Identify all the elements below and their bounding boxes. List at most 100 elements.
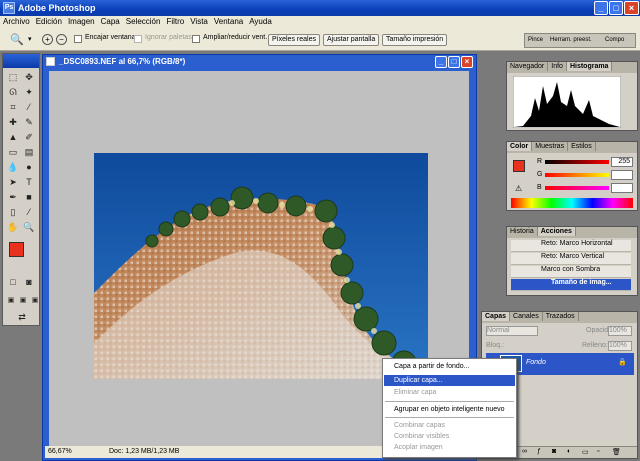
new-group-icon[interactable]: ▭ bbox=[582, 448, 589, 456]
menu-edicion[interactable]: Edición bbox=[33, 16, 65, 27]
crop-tool-icon[interactable]: ⌗ bbox=[6, 101, 20, 114]
gradient-tool-icon[interactable]: ▤ bbox=[22, 146, 36, 159]
menu-item-flatten-image[interactable]: Acoplar imagen bbox=[384, 442, 515, 453]
r-value[interactable]: 255 bbox=[611, 157, 633, 167]
imageready-jump-icon[interactable]: ⇄ bbox=[15, 311, 29, 324]
gamut-warning-icon[interactable]: ⚠ bbox=[515, 184, 522, 193]
palette-well-tab-presets[interactable]: Herram. preest. bbox=[550, 37, 592, 43]
palette-well-tab-comps[interactable]: Compo bbox=[605, 37, 624, 43]
g-slider[interactable] bbox=[545, 173, 609, 177]
photo-canvas[interactable] bbox=[94, 153, 428, 379]
notes-tool-icon[interactable]: ▯ bbox=[6, 206, 20, 219]
brush-tool-icon[interactable]: ✎ bbox=[22, 116, 36, 129]
action-item-selected[interactable]: Tamaño de imag... bbox=[511, 279, 631, 291]
fill-input[interactable]: 100% bbox=[608, 341, 632, 351]
menu-item-delete-layer[interactable]: Eliminar capa bbox=[384, 387, 515, 398]
menu-ayuda[interactable]: Ayuda bbox=[246, 16, 275, 27]
opacity-input[interactable]: 100% bbox=[608, 326, 632, 336]
toolbox-header[interactable] bbox=[3, 54, 39, 68]
doc-close-button[interactable]: × bbox=[461, 56, 473, 68]
tab-canales[interactable]: Canales bbox=[510, 312, 543, 321]
menu-archivo[interactable]: Archivo bbox=[0, 16, 33, 27]
fit-screen-button[interactable]: Ajustar pantalla bbox=[323, 34, 380, 46]
menu-imagen[interactable]: Imagen bbox=[65, 16, 98, 27]
clone-stamp-tool-icon[interactable]: ▲ bbox=[6, 131, 20, 144]
pen-tool-icon[interactable]: ✒ bbox=[6, 191, 20, 204]
r-slider[interactable] bbox=[545, 160, 609, 164]
type-tool-icon[interactable]: T bbox=[22, 176, 36, 189]
menu-ventana[interactable]: Ventana bbox=[211, 16, 246, 27]
trash-icon[interactable]: 🗑 bbox=[612, 448, 621, 456]
zoom-tool-box-icon[interactable]: 🔍 bbox=[22, 221, 36, 234]
tab-capas[interactable]: Capas bbox=[482, 312, 511, 321]
b-slider[interactable] bbox=[545, 186, 609, 190]
tab-color[interactable]: Color bbox=[507, 142, 533, 151]
zoom-in-icon[interactable]: + bbox=[42, 34, 53, 45]
close-button[interactable]: × bbox=[624, 1, 639, 15]
dodge-tool-icon[interactable]: ● bbox=[22, 161, 36, 174]
document-titlebar[interactable]: _DSC0893.NEF al 66,7% (RGB/8*) _ □ × bbox=[43, 55, 476, 69]
maximize-button[interactable]: □ bbox=[609, 1, 623, 15]
ignore-palettes-checkbox[interactable] bbox=[134, 35, 142, 43]
magic-wand-tool-icon[interactable]: ✦ bbox=[22, 86, 36, 99]
menu-item-merge-visible[interactable]: Combinar visibles bbox=[384, 431, 515, 442]
blend-mode-select[interactable]: Normal bbox=[486, 326, 538, 336]
tab-acciones[interactable]: Acciones bbox=[537, 227, 576, 236]
tab-histograma[interactable]: Histograma bbox=[566, 62, 613, 71]
tab-info[interactable]: Info bbox=[548, 62, 567, 71]
print-size-button[interactable]: Tamaño impresión bbox=[382, 34, 448, 46]
b-value[interactable] bbox=[611, 183, 633, 193]
layer-style-icon[interactable]: ƒ bbox=[537, 448, 541, 455]
doc-maximize-button[interactable]: □ bbox=[448, 56, 460, 68]
tab-historia[interactable]: Historia bbox=[507, 227, 538, 236]
eraser-tool-icon[interactable]: ▭ bbox=[6, 146, 20, 159]
standard-mode-icon[interactable]: □ bbox=[6, 276, 20, 289]
action-item[interactable]: Marco con Sombra bbox=[511, 266, 631, 278]
blur-tool-icon[interactable]: 💧 bbox=[6, 161, 20, 174]
tab-estilos[interactable]: Estilos bbox=[568, 142, 596, 151]
hand-tool-icon[interactable]: ✋ bbox=[6, 221, 20, 234]
menu-filtro[interactable]: Filtro bbox=[163, 16, 187, 27]
tab-navegador[interactable]: Navegador bbox=[507, 62, 549, 71]
eyedropper-tool-icon[interactable]: ⁄ bbox=[22, 206, 36, 219]
menu-item-merge-layers[interactable]: Combinar capas bbox=[384, 420, 515, 431]
menu-vista[interactable]: Vista bbox=[187, 16, 211, 27]
healing-brush-tool-icon[interactable]: ✚ bbox=[6, 116, 20, 129]
quick-mask-icon[interactable]: ◙ bbox=[22, 276, 36, 289]
menu-item-layer-from-background[interactable]: Capa a partir de fondo... bbox=[384, 361, 515, 372]
menu-capa[interactable]: Capa bbox=[98, 16, 123, 27]
color-fg-swatch[interactable] bbox=[513, 160, 525, 172]
history-brush-tool-icon[interactable]: ✐ bbox=[22, 131, 36, 144]
zoom-out-icon[interactable]: − bbox=[56, 34, 67, 45]
slice-tool-icon[interactable]: ⁄ bbox=[22, 101, 36, 114]
tab-trazados[interactable]: Trazados bbox=[543, 312, 579, 321]
screen-mode-full-icon[interactable]: ▣ bbox=[28, 294, 42, 307]
menu-seleccion[interactable]: Selección bbox=[123, 16, 164, 27]
action-item[interactable]: Reto: Marco Horizontal bbox=[511, 240, 631, 252]
adjustment-layer-icon[interactable]: ◐ bbox=[567, 448, 571, 455]
resize-window-checkbox[interactable] bbox=[74, 35, 82, 43]
palette-well-tab-brushes[interactable]: Pince bbox=[528, 37, 543, 43]
zoom-all-checkbox[interactable] bbox=[192, 35, 200, 43]
shape-tool-icon[interactable]: ■ bbox=[22, 191, 36, 204]
doc-minimize-button[interactable]: _ bbox=[435, 56, 447, 68]
color-ramp[interactable] bbox=[511, 198, 633, 208]
path-selection-tool-icon[interactable]: ➤ bbox=[6, 176, 20, 189]
tab-muestras[interactable]: Muestras bbox=[532, 142, 569, 151]
minimize-button[interactable]: _ bbox=[594, 1, 608, 15]
menu-item-group-smart-object[interactable]: Agrupar en objeto inteligente nuevo bbox=[384, 404, 515, 415]
link-layers-icon[interactable]: ∞ bbox=[522, 448, 527, 455]
layer-mask-icon[interactable]: ◙ bbox=[552, 448, 556, 455]
menu-item-duplicate-layer[interactable]: Duplicar capa... bbox=[384, 375, 515, 386]
move-tool-icon[interactable]: ✥ bbox=[22, 71, 36, 84]
foreground-color-swatch[interactable] bbox=[9, 242, 24, 257]
g-value[interactable] bbox=[611, 170, 633, 180]
chevron-down-icon[interactable]: ▾ bbox=[28, 35, 32, 43]
zoom-tool-icon[interactable]: 🔍 bbox=[10, 33, 24, 46]
zoom-level[interactable]: 66,67% bbox=[48, 448, 72, 455]
new-layer-icon[interactable]: ▫ bbox=[597, 448, 599, 455]
actual-pixels-button[interactable]: Píxeles reales bbox=[268, 34, 320, 46]
lasso-tool-icon[interactable]: ᘏ bbox=[6, 86, 20, 99]
action-item[interactable]: Reto: Marco Vertical bbox=[511, 253, 631, 265]
marquee-tool-icon[interactable]: ⬚ bbox=[6, 71, 20, 84]
